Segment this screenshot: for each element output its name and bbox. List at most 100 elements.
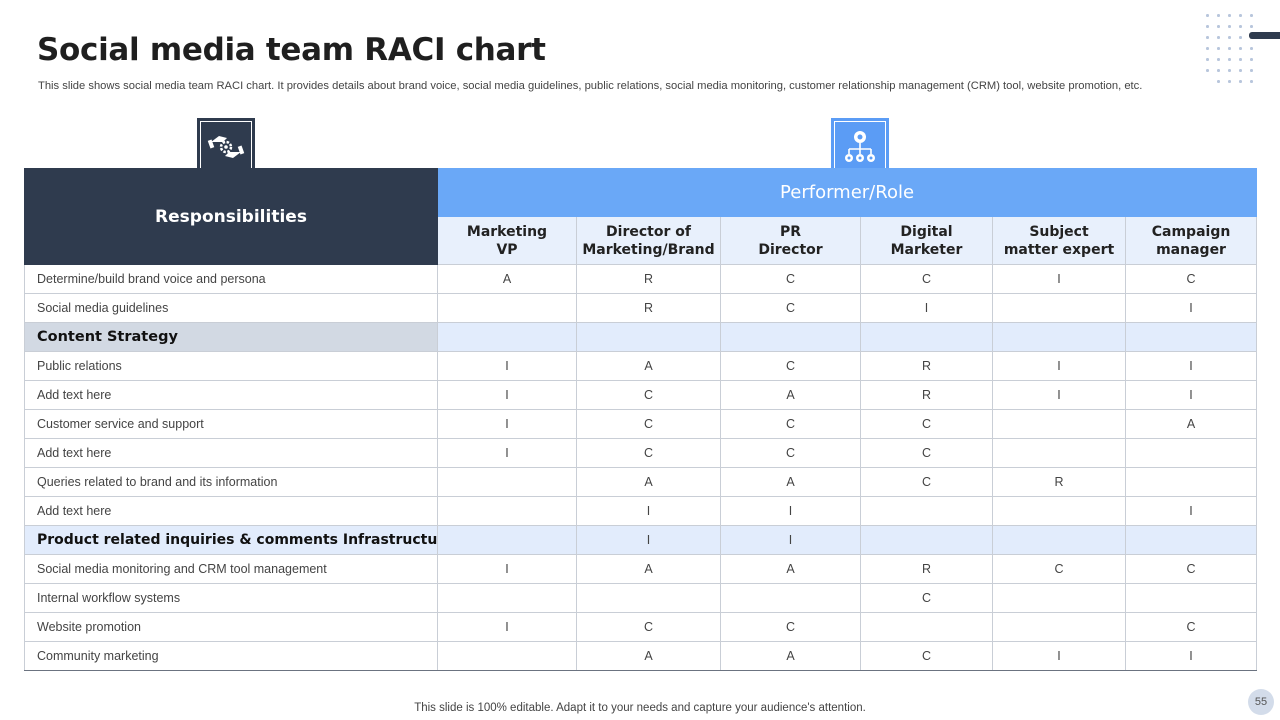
role-header-cell: PR Director <box>720 216 861 265</box>
responsibility-label: Social media monitoring and CRM tool man… <box>24 554 438 584</box>
table-row: Add text here I I I <box>24 496 1258 526</box>
role-header-cell: Digital Marketer <box>860 216 993 265</box>
role-header-cell: Campaign manager <box>1124 216 1258 265</box>
raci-cell: C <box>992 554 1126 584</box>
raci-cell: C <box>720 293 861 323</box>
decorative-dot <box>1239 47 1242 50</box>
decorative-dot <box>1228 36 1231 39</box>
raci-cell: I <box>576 525 721 555</box>
decorative-dot <box>1217 36 1220 39</box>
raci-cell <box>992 409 1126 439</box>
raci-cell: C <box>720 438 861 468</box>
raci-cell <box>992 496 1126 526</box>
decorative-dot <box>1228 69 1231 72</box>
raci-cell: C <box>576 438 721 468</box>
decorative-dot <box>1250 69 1253 72</box>
raci-cell <box>576 322 721 352</box>
handshake-gear-icon <box>207 136 245 158</box>
raci-cell: C <box>860 409 993 439</box>
decorative-dot <box>1217 14 1220 17</box>
role-header-line: manager <box>1156 241 1226 258</box>
decorative-dot <box>1217 80 1220 83</box>
raci-cell <box>1124 525 1258 555</box>
raci-cell: C <box>860 641 993 671</box>
raci-cell <box>437 525 577 555</box>
raci-cell: A <box>720 641 861 671</box>
decorative-dot <box>1206 47 1209 50</box>
raci-cell: C <box>576 612 721 642</box>
decorative-dot <box>1239 14 1242 17</box>
role-header-line: Marketer <box>890 241 963 258</box>
decorative-dot <box>1228 80 1231 83</box>
decorative-accent-bar <box>1249 32 1280 39</box>
raci-cell: C <box>860 438 993 468</box>
decorative-dot <box>1250 80 1253 83</box>
raci-cell: A <box>720 554 861 584</box>
raci-cell <box>437 293 577 323</box>
raci-cell: C <box>860 583 993 613</box>
role-header-line: Director of <box>606 223 691 240</box>
raci-cell <box>860 496 993 526</box>
section-label: Product related inquiries & comments Inf… <box>24 525 438 555</box>
table-row: Customer service and support I C C C A <box>24 409 1258 439</box>
decorative-dot <box>1206 36 1209 39</box>
org-chart-icon <box>845 131 875 162</box>
table-row: Add text here I C C C <box>24 438 1258 468</box>
raci-cell <box>437 641 577 671</box>
role-header-line: Campaign <box>1151 223 1231 240</box>
raci-cell <box>860 322 993 352</box>
decorative-dot <box>1206 69 1209 72</box>
raci-cell <box>1124 467 1258 497</box>
decorative-dot <box>1228 14 1231 17</box>
section-row: Product related inquiries & comments Inf… <box>24 525 1258 555</box>
raci-cell <box>992 525 1126 555</box>
decorative-dot <box>1228 47 1231 50</box>
decorative-dot <box>1206 14 1209 17</box>
table-row: Add text here I C A R I I <box>24 380 1258 410</box>
decorative-dot <box>1250 14 1253 17</box>
decorative-dot <box>1217 69 1220 72</box>
slide-title: Social media team RACI chart <box>37 32 546 68</box>
table-row: Website promotion I C C C <box>24 612 1258 642</box>
table-row: Determine/build brand voice and persona A… <box>24 264 1258 294</box>
responsibility-label: Queries related to brand and its informa… <box>24 467 438 497</box>
table-row: Community marketing A A C I I <box>24 641 1258 671</box>
raci-cell: R <box>992 467 1126 497</box>
responsibility-label: Add text here <box>24 438 438 468</box>
raci-cell: I <box>437 438 577 468</box>
raci-cell <box>860 525 993 555</box>
raci-cell: C <box>576 380 721 410</box>
raci-cell <box>437 583 577 613</box>
role-header-line: matter expert <box>1003 241 1115 258</box>
responsibility-label: Determine/build brand voice and persona <box>24 264 438 294</box>
raci-cell: C <box>1124 612 1258 642</box>
responsibility-label: Public relations <box>24 351 438 381</box>
raci-cell <box>437 322 577 352</box>
decorative-dot <box>1239 80 1242 83</box>
raci-cell: I <box>992 264 1126 294</box>
raci-cell <box>992 293 1126 323</box>
raci-cell <box>720 322 861 352</box>
raci-cell: A <box>720 380 861 410</box>
raci-cell <box>437 467 577 497</box>
raci-cell <box>1124 322 1258 352</box>
decorative-dot <box>1217 47 1220 50</box>
decorative-dot <box>1239 25 1242 28</box>
raci-cell: I <box>1124 641 1258 671</box>
raci-cell: I <box>437 351 577 381</box>
decorative-dot <box>1250 47 1253 50</box>
decorative-dot-grid <box>1206 14 1266 86</box>
role-header-line: PR <box>779 223 802 240</box>
table-row: Internal workflow systems C <box>24 583 1258 613</box>
raci-cell: C <box>720 612 861 642</box>
responsibility-label: Website promotion <box>24 612 438 642</box>
decorative-dot <box>1206 25 1209 28</box>
raci-cell <box>992 322 1126 352</box>
raci-cell: C <box>720 264 861 294</box>
raci-cell: I <box>992 351 1126 381</box>
raci-cell: I <box>1124 293 1258 323</box>
raci-cell: A <box>1124 409 1258 439</box>
responsibility-label: Community marketing <box>24 641 438 671</box>
decorative-dot <box>1239 58 1242 61</box>
raci-cell: C <box>860 467 993 497</box>
